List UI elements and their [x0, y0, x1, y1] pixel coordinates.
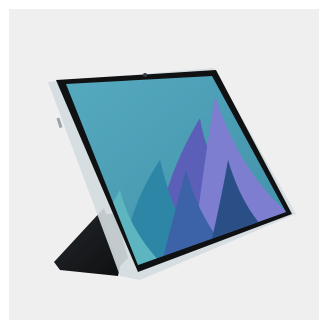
front-camera: [143, 73, 147, 77]
photo-frame: [0, 0, 328, 329]
side-button: [56, 117, 63, 129]
tablet-photo: [48, 68, 296, 280]
